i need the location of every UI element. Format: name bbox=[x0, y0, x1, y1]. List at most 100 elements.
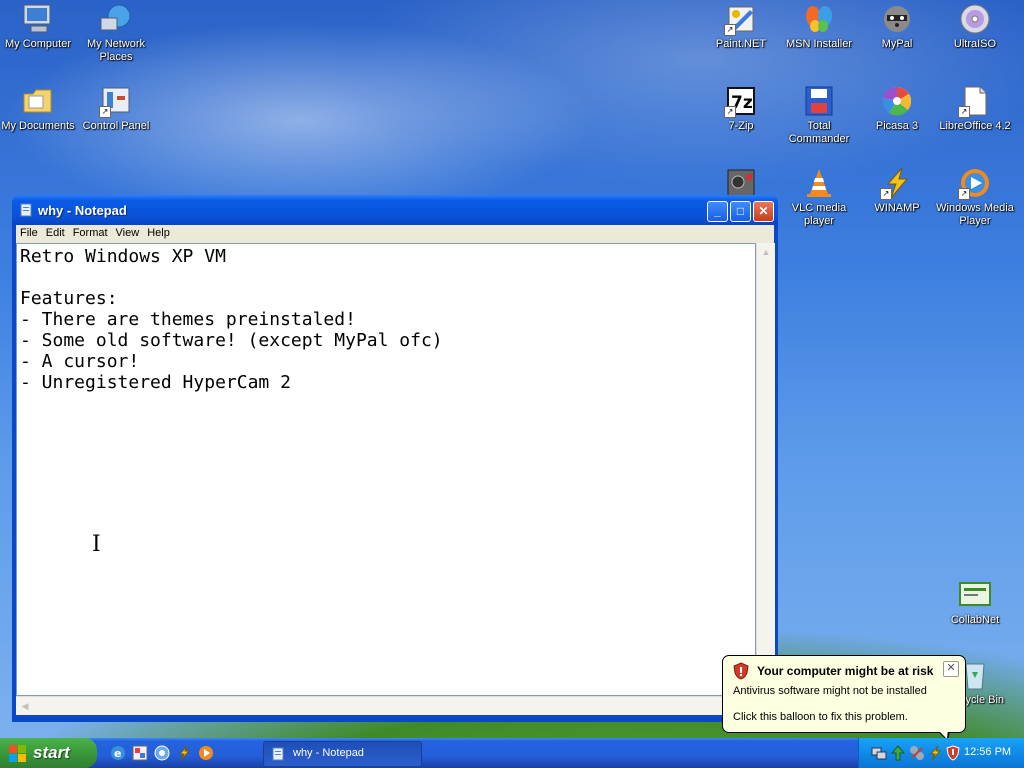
quicklaunch-paint-icon[interactable] bbox=[132, 745, 148, 761]
menu-file[interactable]: File bbox=[16, 225, 42, 239]
system-tray: 12:56 PM bbox=[858, 738, 1024, 768]
icon-label: My Computer bbox=[4, 38, 72, 50]
desktop-icon-my-network-places[interactable]: My Network Places bbox=[76, 2, 156, 64]
icon-label: My Network Places bbox=[86, 38, 146, 63]
desktop-icon-mypal[interactable]: MyPal bbox=[857, 2, 937, 51]
desktop-icon-collabnet[interactable]: CollabNet bbox=[935, 578, 1015, 627]
horizontal-scrollbar[interactable]: ◀ ▶ bbox=[16, 696, 756, 715]
vertical-scrollbar[interactable]: ▲ ▼ bbox=[756, 243, 775, 696]
icon-label: VLC media player bbox=[791, 202, 847, 227]
folder-icon bbox=[21, 84, 55, 118]
paint-net-icon: ↗ bbox=[724, 2, 758, 36]
shortcut-arrow-icon: ↗ bbox=[99, 106, 111, 118]
icon-label: UltraISO bbox=[953, 38, 997, 50]
balloon-close-button[interactable]: ✕ bbox=[943, 661, 959, 677]
certificate-icon bbox=[958, 578, 992, 612]
network-icon bbox=[99, 2, 133, 36]
minimize-button[interactable]: _ bbox=[707, 201, 728, 222]
desktop-icon-ultraiso[interactable]: UltraISO bbox=[935, 2, 1015, 51]
menu-bar: File Edit Format View Help bbox=[16, 225, 774, 243]
editor-content[interactable]: Retro Windows XP VM Features: - There ar… bbox=[17, 244, 755, 393]
shortcut-arrow-icon: ↗ bbox=[724, 106, 736, 118]
icon-label: Windows Media Player bbox=[936, 202, 1014, 227]
icon-label: 7-Zip bbox=[728, 120, 754, 132]
desktop-icon-my-documents[interactable]: My Documents bbox=[0, 84, 78, 133]
desktop-icon-msn-installer[interactable]: MSN Installer bbox=[779, 2, 859, 51]
icon-label: LibreOffice 4.2 bbox=[939, 120, 1011, 132]
clock[interactable]: 12:56 PM bbox=[964, 746, 1011, 758]
windows-flag-icon bbox=[9, 745, 26, 762]
svg-text:e: e bbox=[114, 747, 121, 760]
document-icon: ↗ bbox=[958, 84, 992, 118]
msn-butterfly-icon bbox=[802, 2, 836, 36]
picasa-icon bbox=[880, 84, 914, 118]
quicklaunch-media-player-icon[interactable] bbox=[198, 745, 214, 761]
balloon-title: Your computer might be at risk bbox=[757, 664, 934, 678]
balloon-instruction: Click this balloon to fix this problem. bbox=[733, 711, 908, 723]
security-shield-icon bbox=[733, 662, 749, 680]
menu-help[interactable]: Help bbox=[143, 225, 174, 239]
lightning-bolt-icon: ↗ bbox=[880, 166, 914, 200]
taskbar: start e why - Notepad 12:56 PM bbox=[0, 738, 1024, 768]
text-cursor-icon: I bbox=[92, 532, 101, 557]
desktop-icon-vlc[interactable]: VLC media player bbox=[779, 166, 859, 228]
scroll-left-arrow-icon[interactable]: ◀ bbox=[18, 699, 32, 713]
quicklaunch-browser-icon[interactable] bbox=[154, 745, 170, 761]
title-bar[interactable]: why - Notepad _ □ ✕ bbox=[12, 195, 778, 225]
seven-zip-icon: 7z ↗ bbox=[724, 84, 758, 118]
icon-label: My Documents bbox=[1, 120, 75, 132]
scroll-up-arrow-icon[interactable]: ▲ bbox=[759, 245, 773, 259]
security-balloon[interactable]: Your computer might be at risk ✕ Antivir… bbox=[722, 655, 966, 733]
menu-view[interactable]: View bbox=[112, 225, 144, 239]
network-tray-icon[interactable] bbox=[871, 745, 887, 761]
balloon-message: Antivirus software might not be installe… bbox=[733, 685, 927, 697]
taskbar-button-label: why - Notepad bbox=[293, 747, 364, 759]
quicklaunch-ie-icon[interactable]: e bbox=[110, 745, 126, 761]
icon-label: Control Panel bbox=[82, 120, 150, 132]
floppy-disk-icon bbox=[802, 84, 836, 118]
start-label: start bbox=[33, 743, 70, 762]
notepad-icon bbox=[272, 747, 285, 761]
close-button[interactable]: ✕ bbox=[753, 201, 774, 222]
icon-label: WINAMP bbox=[874, 202, 920, 214]
menu-edit[interactable]: Edit bbox=[42, 225, 69, 239]
start-button[interactable]: start bbox=[0, 738, 97, 768]
icon-label: Paint.NET bbox=[715, 38, 767, 50]
security-shield-tray-icon[interactable] bbox=[945, 745, 961, 761]
icon-label: MyPal bbox=[881, 38, 913, 50]
icon-label: CollabNet bbox=[950, 614, 1000, 626]
raccoon-icon bbox=[880, 2, 914, 36]
menu-format[interactable]: Format bbox=[69, 225, 112, 239]
taskbar-button-notepad[interactable]: why - Notepad bbox=[263, 741, 422, 767]
winamp-tray-icon[interactable] bbox=[927, 745, 943, 761]
desktop-icon-libreoffice[interactable]: ↗ LibreOffice 4.2 bbox=[935, 84, 1015, 133]
text-editor[interactable]: Retro Windows XP VM Features: - There ar… bbox=[16, 243, 756, 696]
update-tray-icon[interactable] bbox=[890, 745, 906, 761]
desktop-icon-paint-net[interactable]: ↗ Paint.NET bbox=[701, 2, 781, 51]
icon-label: Picasa 3 bbox=[875, 120, 919, 132]
window-title: why - Notepad bbox=[38, 203, 127, 218]
desktop-icon-winamp[interactable]: ↗ WINAMP bbox=[857, 166, 937, 215]
desktop-icon-control-panel[interactable]: ↗ Control Panel bbox=[76, 84, 156, 133]
desktop-icon-total-commander[interactable]: Total Commander bbox=[779, 84, 859, 146]
maximize-button[interactable]: □ bbox=[730, 201, 751, 222]
quicklaunch-winamp-icon[interactable] bbox=[176, 745, 192, 761]
traffic-cone-icon bbox=[802, 166, 836, 200]
shortcut-arrow-icon: ↗ bbox=[958, 188, 970, 200]
shortcut-arrow-icon: ↗ bbox=[958, 106, 970, 118]
icon-label: Total Commander bbox=[788, 120, 850, 145]
shortcut-arrow-icon: ↗ bbox=[724, 24, 736, 36]
cd-icon bbox=[958, 2, 992, 36]
desktop-icon-picasa[interactable]: Picasa 3 bbox=[857, 84, 937, 133]
computer-icon bbox=[21, 2, 55, 36]
notepad-icon bbox=[19, 203, 33, 217]
control-panel-icon: ↗ bbox=[99, 84, 133, 118]
media-player-icon: ↗ bbox=[958, 166, 992, 200]
desktop-icon-my-computer[interactable]: My Computer bbox=[0, 2, 78, 51]
icon-label: MSN Installer bbox=[785, 38, 853, 50]
shortcut-arrow-icon: ↗ bbox=[880, 188, 892, 200]
notepad-window[interactable]: why - Notepad _ □ ✕ File Edit Format View He… bbox=[12, 195, 778, 722]
connection-tray-icon[interactable] bbox=[909, 745, 925, 761]
desktop-icon-7zip[interactable]: 7z ↗ 7-Zip bbox=[701, 84, 781, 133]
desktop-icon-wmp[interactable]: ↗ Windows Media Player bbox=[935, 166, 1015, 228]
